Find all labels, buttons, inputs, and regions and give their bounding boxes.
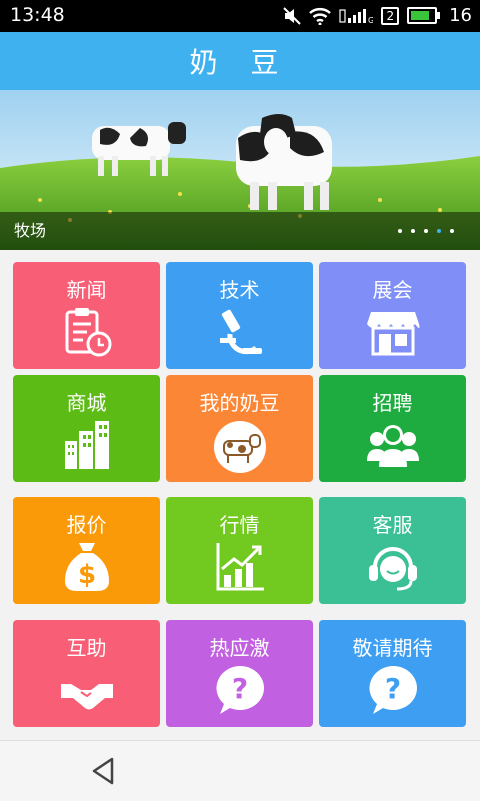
cow-icon bbox=[213, 421, 266, 473]
tile-label: 互助 bbox=[66, 636, 107, 660]
handshake-icon bbox=[60, 684, 113, 710]
page-dot bbox=[437, 229, 441, 233]
back-icon[interactable] bbox=[88, 755, 120, 787]
money-bag-icon: $ bbox=[64, 543, 109, 591]
banner-page-indicator bbox=[398, 229, 454, 233]
tile-support[interactable]: 客服 bbox=[319, 497, 466, 604]
tile-mall[interactable]: 商城 bbox=[13, 375, 160, 482]
city-buildings-icon bbox=[64, 421, 109, 469]
tile-label: 商城 bbox=[66, 391, 107, 415]
tile-label: 我的奶豆 bbox=[199, 391, 280, 415]
tile-market[interactable]: 行情 bbox=[166, 497, 313, 604]
chart-up-icon bbox=[216, 543, 264, 591]
tile-label: 报价 bbox=[66, 513, 107, 537]
headset-icon bbox=[368, 547, 417, 591]
app-title-bar: 奶 豆 bbox=[0, 32, 480, 90]
status-bar: 13:48 G 2 16 bbox=[0, 0, 480, 32]
tile-label: 热应激 bbox=[209, 636, 270, 660]
wifi-icon bbox=[309, 7, 332, 25]
page-dot bbox=[424, 229, 428, 233]
page-dot bbox=[450, 229, 454, 233]
battery-level: 16 bbox=[449, 5, 472, 26]
people-icon bbox=[366, 425, 419, 467]
tile-label: 技术 bbox=[219, 278, 260, 302]
page-dot bbox=[398, 229, 402, 233]
microscope-icon bbox=[219, 309, 262, 355]
tile-news[interactable]: 新闻 bbox=[13, 262, 160, 369]
tile-label: 客服 bbox=[372, 513, 413, 537]
svg-text:?: ? bbox=[231, 672, 247, 705]
question-bubble-icon: ? bbox=[215, 666, 264, 714]
tile-mutual-help[interactable]: 互助 bbox=[13, 620, 160, 727]
svg-text:G: G bbox=[368, 16, 373, 24]
tile-my-naidou[interactable]: 我的奶豆 bbox=[166, 375, 313, 482]
tile-heat-stress[interactable]: 热应激 ? bbox=[166, 620, 313, 727]
sim-slot-badge: 2 bbox=[381, 6, 400, 25]
system-nav-bar bbox=[0, 740, 480, 801]
tile-coming-soon[interactable]: 敬请期待 ? bbox=[319, 620, 466, 727]
banner-carousel[interactable]: 牧场 bbox=[0, 90, 480, 250]
signal-icon: G bbox=[339, 8, 373, 24]
tile-label: 新闻 bbox=[66, 278, 107, 302]
tile-label: 展会 bbox=[372, 278, 413, 302]
feature-grid: 新闻 技术 展会 商城 我的奶豆 招聘 报价 $ 行情 客服 互助 热应激 ? … bbox=[13, 262, 467, 738]
tile-label: 敬请期待 bbox=[352, 636, 433, 660]
question-bubble-icon: ? bbox=[368, 666, 417, 714]
svg-text:?: ? bbox=[384, 672, 400, 705]
tile-label: 行情 bbox=[219, 513, 260, 537]
page-dot bbox=[411, 229, 415, 233]
tile-label: 招聘 bbox=[372, 391, 413, 415]
battery-icon bbox=[407, 7, 441, 24]
app-title: 奶 豆 bbox=[189, 46, 291, 79]
svg-text:$: $ bbox=[77, 560, 95, 590]
status-time: 13:48 bbox=[10, 4, 65, 26]
tile-quote[interactable]: 报价 $ bbox=[13, 497, 160, 604]
tile-recruit[interactable]: 招聘 bbox=[319, 375, 466, 482]
clipboard-clock-icon bbox=[65, 308, 111, 357]
tile-expo[interactable]: 展会 bbox=[319, 262, 466, 369]
mute-icon bbox=[283, 6, 302, 25]
status-icons: G 2 16 bbox=[283, 5, 472, 26]
storefront-icon bbox=[366, 312, 419, 356]
banner-caption: 牧场 bbox=[14, 221, 47, 240]
tile-tech[interactable]: 技术 bbox=[166, 262, 313, 369]
